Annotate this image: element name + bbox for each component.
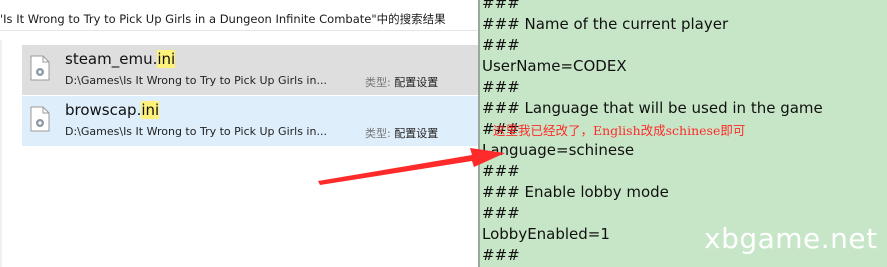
watermark: xbgame.net (704, 222, 878, 255)
arrow-shape (318, 148, 505, 185)
